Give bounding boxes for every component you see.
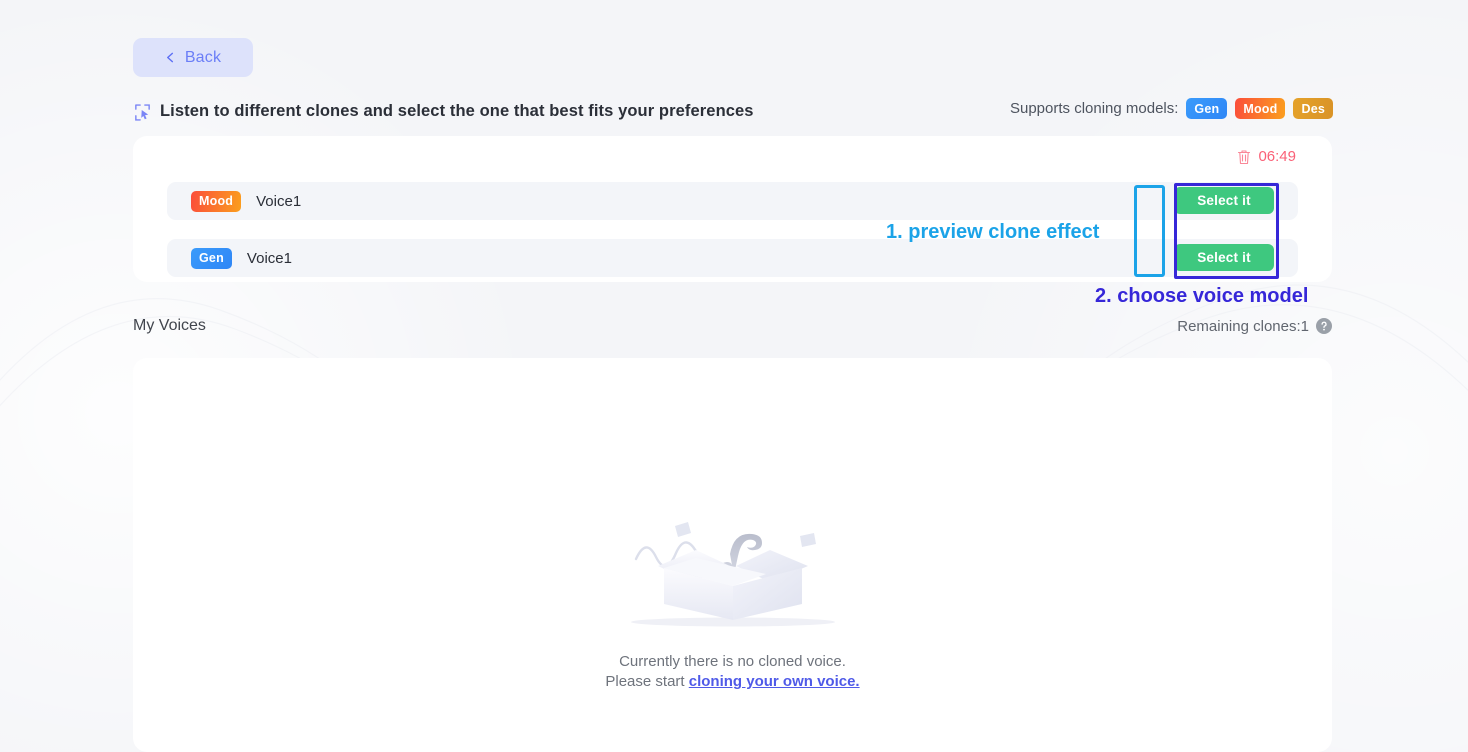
empty-state-text: Currently there is no cloned voice. Plea… <box>605 652 859 692</box>
expiry-timer: 06:49 <box>1237 148 1296 165</box>
trash-icon[interactable] <box>1237 149 1251 165</box>
question-mark-icon[interactable] <box>1316 318 1332 334</box>
page-title: Listen to different clones and select th… <box>160 101 754 120</box>
back-label: Back <box>184 48 222 66</box>
clone-row-2-badge: Gen <box>191 247 232 269</box>
clone-row-2-name: Voice1 <box>246 249 292 267</box>
supported-models: Supports cloning models: Gen Mood Des <box>1010 98 1333 119</box>
model-badge-gen: Gen <box>1186 98 1228 119</box>
remaining-clones-label: Remaining clones:1 <box>1177 317 1309 335</box>
clone-row-1[interactable]: Mood Voice1 Select it <box>167 182 1298 220</box>
timer-value: 06:49 <box>1258 148 1296 165</box>
app-page: Back Listen to different clones and sele… <box>0 0 1468 752</box>
model-badge-mood: Mood <box>1235 98 1286 119</box>
back-button[interactable]: Back <box>133 38 253 77</box>
page-heading-row: Listen to different clones and select th… <box>133 96 1333 126</box>
select-button-row-1[interactable]: Select it <box>1174 187 1274 214</box>
chevron-left-icon <box>166 52 173 63</box>
annotation-label-1: 1. preview clone effect <box>886 221 1100 243</box>
supports-label: Supports cloning models: <box>1009 100 1179 117</box>
my-voices-header: My Voices Remaining clones:1 <box>133 313 1332 339</box>
clone-row-2[interactable]: Gen Voice1 Select it <box>167 239 1298 277</box>
remaining-clones: Remaining clones:1 <box>1177 318 1332 335</box>
clone-voice-link[interactable]: cloning your own voice. <box>689 673 860 690</box>
clone-row-1-badge: Mood <box>191 190 242 212</box>
model-badge-des: Des <box>1293 98 1333 119</box>
cursor-select-icon <box>135 103 150 121</box>
my-voices-title: My Voices <box>133 317 206 334</box>
clone-preview-card: 06:49 Mood Voice1 Select it Gen Voice1 S… <box>133 136 1332 282</box>
empty-box-illustration <box>630 522 835 627</box>
empty-state-prefix: Please start <box>605 673 689 690</box>
empty-state-line-1: Currently there is no cloned voice. <box>619 653 846 670</box>
annotation-label-2: 2. choose voice model <box>1095 285 1309 307</box>
my-voices-empty-card: Currently there is no cloned voice. Plea… <box>133 358 1332 752</box>
empty-state-line-2: Please start cloning your own voice. <box>605 672 859 692</box>
select-button-row-2[interactable]: Select it <box>1174 244 1274 271</box>
clone-row-1-name: Voice1 <box>256 192 302 210</box>
